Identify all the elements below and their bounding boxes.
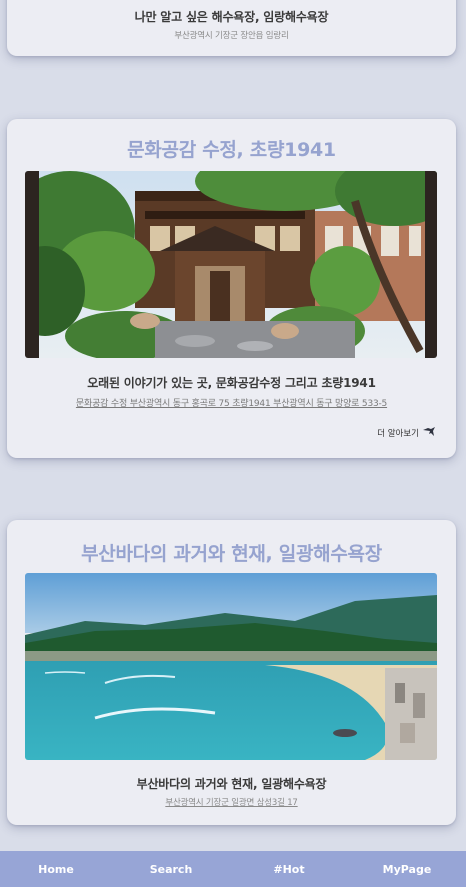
seagull-icon: [422, 425, 436, 440]
bottom-navbar: Home Search #Hot MyPage: [0, 851, 466, 887]
place-card-ilgwang[interactable]: 부산바다의 과거와 현재, 일광해수욕장 부산바다의 과거와 현재, 일광해수욕…: [7, 520, 456, 825]
card-address: 부산광역시 기장군 장안읍 임랑리: [174, 31, 289, 41]
nav-home[interactable]: Home: [0, 863, 112, 876]
more-link[interactable]: 더 알아보기: [377, 425, 436, 440]
card-address[interactable]: 문화공감 수정 부산광역시 동구 홍곡로 75 초량1941 부산광역시 동구 …: [7, 396, 456, 409]
hanok-building-photo: [25, 171, 437, 358]
beach-bay-photo: [25, 573, 437, 760]
nav-search[interactable]: Search: [112, 863, 230, 876]
more-label: 더 알아보기: [377, 428, 419, 439]
card-subtitle: 오래된 이야기가 있는 곳, 문화공감수정 그리고 초량1941: [87, 376, 376, 390]
place-card-choryang1941[interactable]: 문화공감 수정, 초량1941 오래된 이야기가 있는 곳, 문화공감수정 그리…: [7, 119, 456, 458]
card-subtitle: 나만 알고 싶은 해수욕장, 임랑해수욕장: [134, 10, 329, 24]
card-title: 부산바다의 과거와 현재, 일광해수욕장: [81, 543, 382, 565]
nav-hot[interactable]: #Hot: [230, 863, 348, 876]
card-subtitle: 부산바다의 과거와 현재, 일광해수욕장: [136, 777, 327, 791]
card-title: 문화공감 수정, 초량1941: [127, 139, 336, 161]
screen: 나만 알고 싶은 해수욕장, 임랑해수욕장 부산광역시 기장군 장안읍 임랑리 …: [0, 0, 466, 887]
card-address[interactable]: 부산광역시 기장군 일광면 삼성3길 17: [7, 796, 456, 808]
place-card-imrang[interactable]: 나만 알고 싶은 해수욕장, 임랑해수욕장 부산광역시 기장군 장안읍 임랑리: [7, 0, 456, 56]
nav-mypage[interactable]: MyPage: [348, 863, 466, 876]
